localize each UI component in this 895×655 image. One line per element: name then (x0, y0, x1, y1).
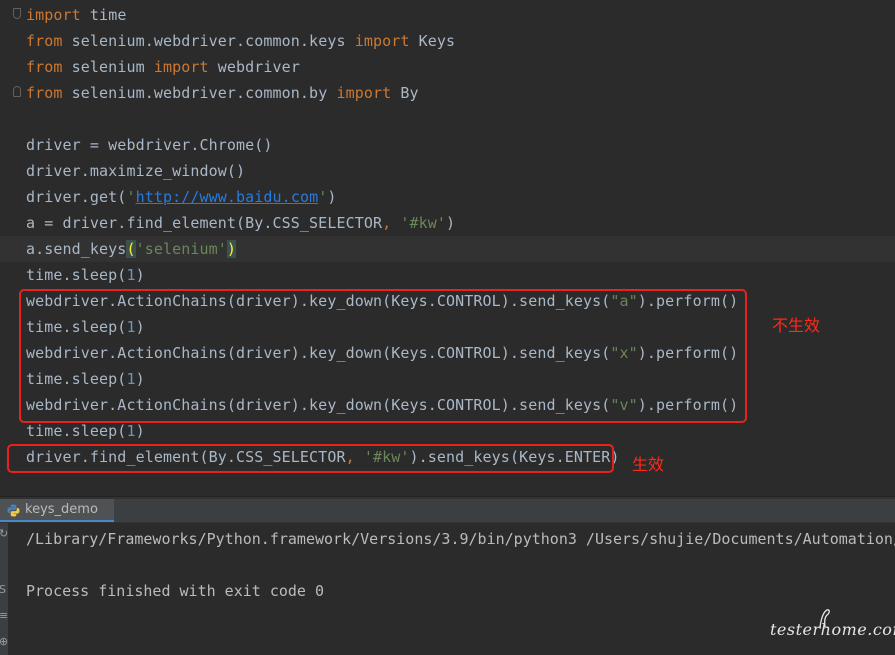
code-token: time.sleep( (26, 266, 127, 284)
code-token: http://www.baidu.com (135, 188, 319, 206)
code-line-text: driver.get('http://www.baidu.com') (26, 184, 337, 210)
code-token: from (26, 32, 63, 50)
code-token: import (336, 84, 392, 102)
code-token: import (153, 58, 209, 76)
code-token: selenium.webdriver.common.by (62, 84, 337, 102)
code-token: time (80, 6, 127, 24)
code-line-text: time.sleep(1) (26, 262, 145, 288)
code-token: selenium (62, 58, 154, 76)
run-tab-keys-demo[interactable]: keys_demo (0, 499, 114, 522)
code-line[interactable]: from selenium.webdriver.common.keys impo… (0, 28, 895, 54)
console-tool-icon[interactable]: ⊕ (0, 635, 8, 649)
run-tab-bar: keys_demo (0, 499, 895, 523)
watermark: testerhome.com (770, 620, 895, 639)
code-token: By (391, 84, 419, 102)
code-token: 1 (126, 422, 136, 440)
code-token: a.send_keys (26, 240, 127, 258)
run-tab-label: keys_demo (25, 502, 98, 517)
code-line-text: import time (26, 2, 126, 28)
code-line[interactable]: driver = webdriver.Chrome() (0, 132, 895, 158)
console-output[interactable]: ↻ S ≡ ⊕ /Library/Frameworks/Python.frame… (0, 523, 895, 655)
code-token: from (26, 58, 63, 76)
code-token: ) (446, 214, 456, 232)
code-token: ' (318, 188, 328, 206)
code-token: import (26, 6, 81, 24)
code-line[interactable]: from selenium import webdriver (0, 54, 895, 80)
code-line[interactable]: a = driver.find_element(By.CSS_SELECTOR,… (0, 210, 895, 236)
code-line[interactable]: import time (0, 2, 895, 28)
code-token: selenium.webdriver.common.keys (62, 32, 355, 50)
code-line-text: from selenium.webdriver.common.keys impo… (26, 28, 455, 54)
code-line-text: from selenium import webdriver (26, 54, 300, 80)
code-line-text: driver.maximize_window() (26, 158, 245, 184)
code-line[interactable] (0, 106, 895, 132)
code-line-text: from selenium.webdriver.common.by import… (26, 80, 419, 106)
annotation-not-effective: 不生效 (772, 316, 821, 335)
console-tool-icon[interactable]: S (0, 583, 8, 597)
code-editor[interactable]: import time from selenium.webdriver.commo… (0, 0, 895, 498)
highlight-box-effective (7, 444, 614, 473)
code-token: ' (126, 188, 136, 206)
code-token: , (382, 214, 401, 232)
code-token: a = driver.find_element(By.CSS_SELECTOR (26, 214, 383, 232)
annotation-effective: 生效 (632, 455, 665, 474)
code-line[interactable]: a.send_keys('selenium') (0, 236, 895, 262)
code-token: ) (135, 266, 145, 284)
code-token: 'selenium' (135, 240, 227, 258)
code-token: '#kw' (400, 214, 447, 232)
code-line[interactable]: driver.maximize_window() (0, 158, 895, 184)
console-line: /Library/Frameworks/Python.framework/Ver… (26, 530, 895, 548)
code-token: from (26, 84, 63, 102)
code-token: ( (126, 240, 136, 258)
highlight-box-not-effective (19, 289, 747, 423)
code-token: driver.get( (26, 188, 127, 206)
code-token: driver.maximize_window() (26, 162, 246, 180)
code-token: ) (327, 188, 337, 206)
console-toolbar-strip: ↻ S ≡ ⊕ (0, 523, 8, 655)
code-line[interactable]: time.sleep(1) (0, 262, 895, 288)
code-token: ) (135, 422, 145, 440)
code-line-text: a = driver.find_element(By.CSS_SELECTOR,… (26, 210, 455, 236)
code-token: Keys (409, 32, 456, 50)
console-tool-icon[interactable]: ≡ (0, 609, 8, 623)
code-token: time.sleep( (26, 422, 127, 440)
code-line[interactable]: from selenium.webdriver.common.by import… (0, 80, 895, 106)
code-token: 1 (126, 266, 136, 284)
code-token: import (354, 32, 410, 50)
code-token: webdriver (208, 58, 300, 76)
console-line: Process finished with exit code 0 (26, 582, 325, 600)
code-line-text: driver = webdriver.Chrome() (26, 132, 273, 158)
code-token: ) (226, 240, 237, 258)
code-line[interactable]: driver.get('http://www.baidu.com') (0, 184, 895, 210)
code-token: driver = webdriver.Chrome() (26, 136, 273, 154)
code-line-text: a.send_keys('selenium') (26, 236, 237, 262)
python-icon (7, 504, 20, 517)
rerun-icon[interactable]: ↻ (0, 527, 8, 541)
